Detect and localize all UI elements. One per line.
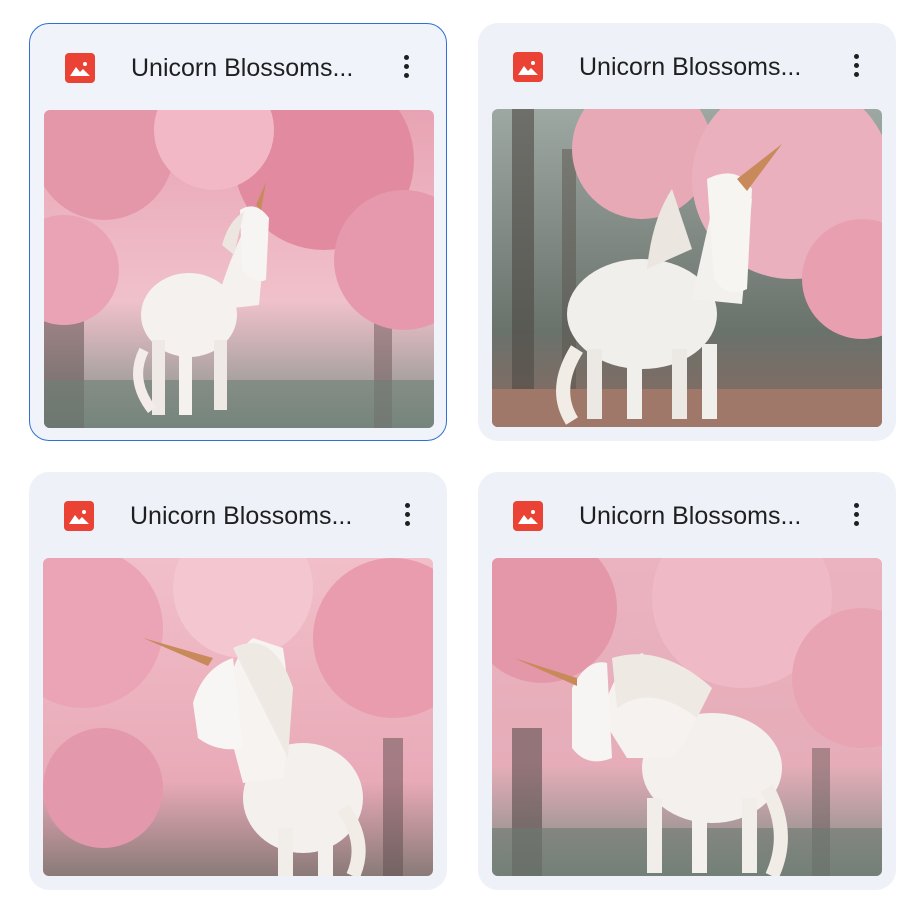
more-vert-icon-dot: [853, 62, 859, 68]
file-title: Unicorn Blossoms...: [131, 54, 354, 82]
more-vert-icon-dot: [403, 63, 409, 69]
image-file-icon: [64, 501, 94, 531]
file-title: Unicorn Blossoms...: [130, 502, 353, 530]
file-card-header: Unicorn Blossoms...: [478, 23, 896, 109]
image-thumbnail[interactable]: [492, 558, 882, 876]
more-vert-icon: [853, 502, 859, 508]
file-title: Unicorn Blossoms...: [579, 53, 802, 81]
more-vert-icon-dot: [403, 72, 409, 78]
more-vert-icon: [404, 502, 410, 508]
file-card-header: Unicorn Blossoms...: [30, 24, 446, 110]
more-vert-icon: [403, 54, 409, 60]
image-file-icon: [513, 52, 543, 82]
image-thumbnail[interactable]: [44, 110, 434, 428]
file-title: Unicorn Blossoms...: [579, 502, 802, 530]
file-card[interactable]: Unicorn Blossoms...: [478, 472, 896, 890]
file-card[interactable]: Unicorn Blossoms...: [478, 23, 896, 441]
image-file-icon: [513, 501, 543, 531]
more-vert-icon-dot: [853, 511, 859, 517]
more-options-button[interactable]: [838, 47, 874, 83]
file-card[interactable]: Unicorn Blossoms...: [29, 472, 447, 890]
more-vert-icon-dot: [404, 520, 410, 526]
file-grid: Unicorn Blossoms... Unicorn Blossoms... …: [0, 0, 910, 906]
more-options-button[interactable]: [389, 496, 425, 532]
more-vert-icon-dot: [853, 520, 859, 526]
more-options-button[interactable]: [388, 48, 424, 84]
file-card[interactable]: Unicorn Blossoms...: [29, 23, 447, 441]
file-card-header: Unicorn Blossoms...: [478, 472, 896, 558]
more-vert-icon-dot: [853, 71, 859, 77]
more-vert-icon: [853, 53, 859, 59]
more-options-button[interactable]: [838, 496, 874, 532]
image-thumbnail[interactable]: [492, 109, 882, 427]
image-thumbnail[interactable]: [43, 558, 433, 876]
file-card-header: Unicorn Blossoms...: [29, 472, 447, 558]
image-file-icon: [65, 53, 95, 83]
more-vert-icon-dot: [404, 511, 410, 517]
